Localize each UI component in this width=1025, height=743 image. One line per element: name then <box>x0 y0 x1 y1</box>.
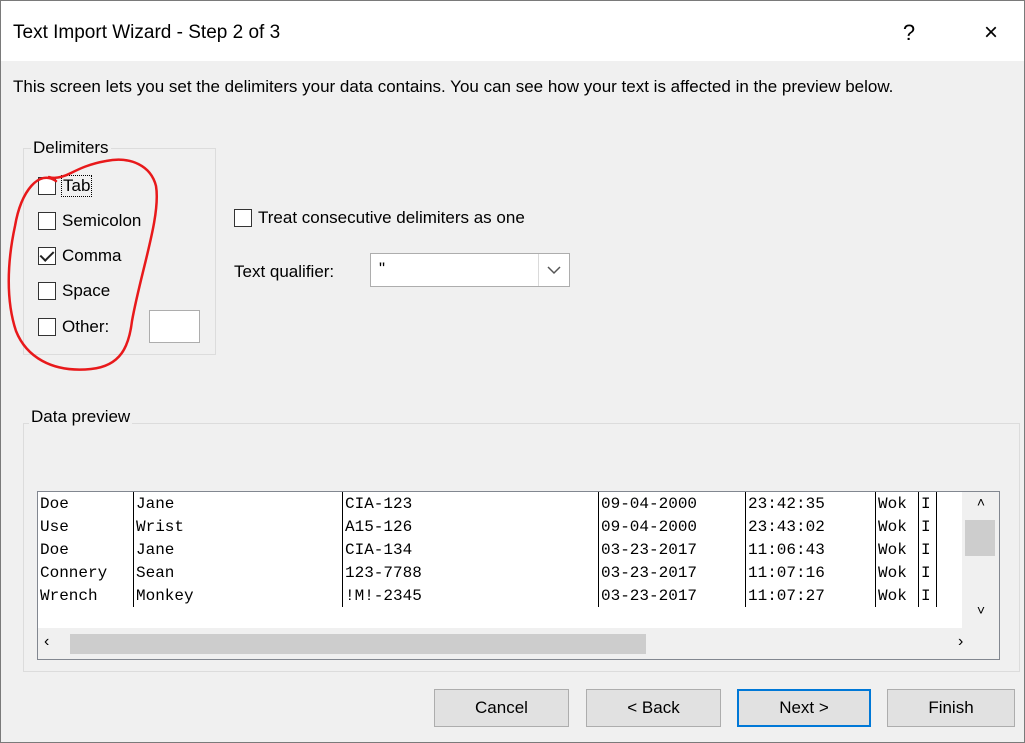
table-cell: 09-04-2000 <box>598 492 746 515</box>
table-cell: Jane <box>133 538 343 561</box>
scroll-left-icon[interactable]: ‹ <box>44 633 49 651</box>
description-text: This screen lets you set the delimiters … <box>13 77 894 96</box>
table-cell: Use <box>38 515 134 538</box>
dialog-title: Text Import Wizard - Step 2 of 3 <box>13 22 281 43</box>
cancel-button[interactable]: Cancel <box>434 689 569 727</box>
table-cell: 03-23-2017 <box>598 561 746 584</box>
space-checkbox[interactable] <box>38 282 56 300</box>
table-cell: CIA-134 <box>342 538 599 561</box>
table-cell: 11:07:16 <box>745 561 876 584</box>
space-checkbox-row[interactable]: Space <box>38 281 110 301</box>
semicolon-label[interactable]: Semicolon <box>62 211 141 231</box>
table-cell: Doe <box>38 538 134 561</box>
table-cell: Wrist <box>133 515 343 538</box>
table-cell: I <box>918 538 937 561</box>
consecutive-delimiters-checkbox[interactable] <box>234 209 252 227</box>
table-row: Wrench Monkey !M!-2345 03-23-2017 11:07:27 Wo… <box>38 584 937 607</box>
chevron-down-icon[interactable] <box>538 254 569 286</box>
table-cell: Wok <box>875 515 919 538</box>
table-cell: Connery <box>38 561 134 584</box>
table-cell: Monkey <box>133 584 343 607</box>
vertical-scrollbar[interactable]: ˄ ˅ <box>962 492 999 628</box>
table-cell: 03-23-2017 <box>598 584 746 607</box>
consecutive-delimiters-label[interactable]: Treat consecutive delimiters as one <box>258 208 525 228</box>
text-qualifier-select[interactable]: " <box>370 253 570 287</box>
comma-checkbox[interactable] <box>38 247 56 265</box>
table-cell: I <box>918 492 937 515</box>
table-cell: Sean <box>133 561 343 584</box>
table-cell: 123-7788 <box>342 561 599 584</box>
delimiters-group-label: Delimiters <box>31 138 111 158</box>
table-cell: A15-126 <box>342 515 599 538</box>
table-cell: 11:07:27 <box>745 584 876 607</box>
other-delimiter-input[interactable] <box>149 310 200 343</box>
tab-checkbox[interactable] <box>38 177 56 195</box>
other-checkbox-row[interactable]: Other: <box>38 317 109 337</box>
close-button[interactable]: × <box>967 11 1015 55</box>
semicolon-checkbox[interactable] <box>38 212 56 230</box>
table-cell: 23:43:02 <box>745 515 876 538</box>
back-button[interactable]: < Back <box>586 689 721 727</box>
consecutive-delimiters-row[interactable]: Treat consecutive delimiters as one <box>234 208 525 228</box>
space-label[interactable]: Space <box>62 281 110 301</box>
table-row: Use Wrist A15-126 09-04-2000 23:43:02 Wok I <box>38 515 937 538</box>
horizontal-scrollbar[interactable]: ‹ › <box>38 628 999 659</box>
comma-label[interactable]: Comma <box>62 246 122 266</box>
table-cell: Wok <box>875 584 919 607</box>
data-preview-box[interactable]: Doe Jane CIA-123 09-04-2000 23:42:35 Wok I Use W… <box>37 491 1000 660</box>
table-cell: Doe <box>38 492 134 515</box>
table-cell: 11:06:43 <box>745 538 876 561</box>
table-cell: Wrench <box>38 584 134 607</box>
table-cell: I <box>918 515 937 538</box>
other-label[interactable]: Other: <box>62 317 109 337</box>
data-preview-group-label: Data preview <box>29 407 133 427</box>
finish-button[interactable]: Finish <box>887 689 1015 727</box>
next-button[interactable]: Next > <box>737 689 871 727</box>
horizontal-scroll-thumb[interactable] <box>70 634 646 654</box>
data-preview-table: Doe Jane CIA-123 09-04-2000 23:42:35 Wok I Use W… <box>38 492 937 607</box>
table-cell: CIA-123 <box>342 492 599 515</box>
table-cell: 09-04-2000 <box>598 515 746 538</box>
text-qualifier-value: " <box>379 259 386 278</box>
title-bar: Text Import Wizard - Step 2 of 3 ? × <box>1 1 1024 61</box>
table-cell: !M!-2345 <box>342 584 599 607</box>
text-qualifier-label: Text qualifier: <box>234 262 335 281</box>
text-import-wizard-dialog: Text Import Wizard - Step 2 of 3 ? × Thi… <box>0 0 1025 743</box>
table-row: Doe Jane CIA-134 03-23-2017 11:06:43 Wok I <box>38 538 937 561</box>
table-cell: 03-23-2017 <box>598 538 746 561</box>
table-cell: I <box>918 584 937 607</box>
tab-label[interactable]: Tab <box>60 175 93 197</box>
semicolon-checkbox-row[interactable]: Semicolon <box>38 211 141 231</box>
tab-checkbox-row[interactable]: Tab <box>38 175 93 197</box>
scroll-up-icon[interactable]: ˄ <box>962 494 999 518</box>
scroll-down-icon[interactable]: ˅ <box>962 602 999 626</box>
comma-checkbox-row[interactable]: Comma <box>38 246 122 266</box>
table-cell: Jane <box>133 492 343 515</box>
table-cell: Wok <box>875 561 919 584</box>
table-cell: Wok <box>875 538 919 561</box>
other-checkbox[interactable] <box>38 318 56 336</box>
table-row: Doe Jane CIA-123 09-04-2000 23:42:35 Wok I <box>38 492 937 515</box>
table-cell: I <box>918 561 937 584</box>
table-cell: Wok <box>875 492 919 515</box>
table-row: Connery Sean 123-7788 03-23-2017 11:07:16 Wok… <box>38 561 937 584</box>
scroll-right-icon[interactable]: › <box>958 633 963 651</box>
table-cell: 23:42:35 <box>745 492 876 515</box>
vertical-scroll-thumb[interactable] <box>965 520 995 556</box>
help-button[interactable]: ? <box>885 11 933 55</box>
